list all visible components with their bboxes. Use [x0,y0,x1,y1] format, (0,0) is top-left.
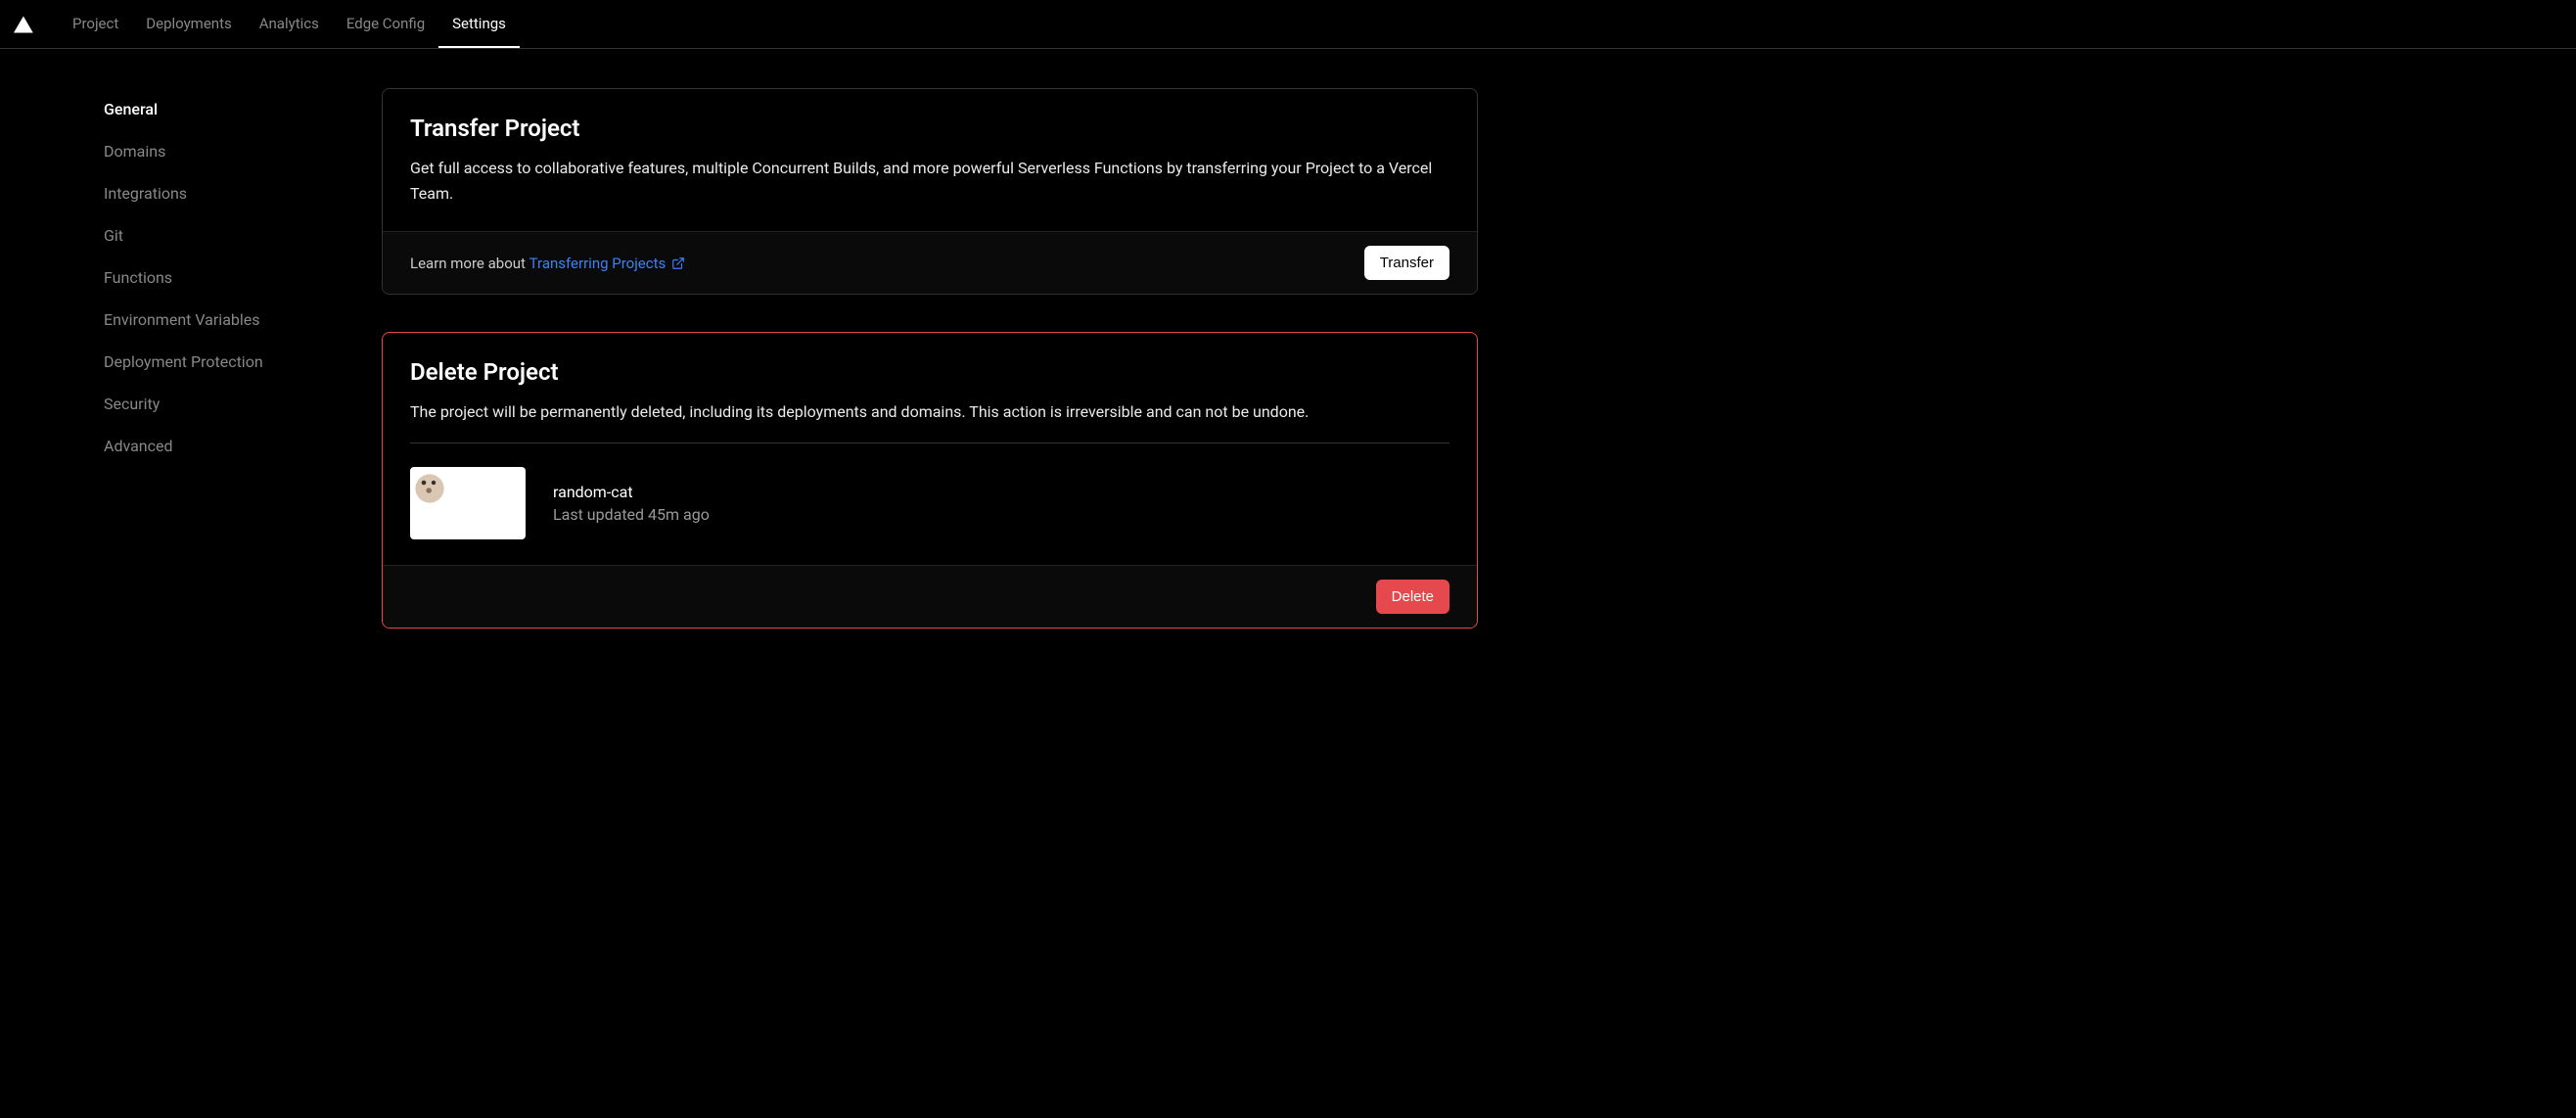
cat-image-icon [410,467,449,506]
nav-tab-project[interactable]: Project [59,0,132,48]
sidebar-item-security[interactable]: Security [104,383,343,425]
triangle-icon [14,16,33,33]
sidebar-item-deployment-protection[interactable]: Deployment Protection [104,341,343,383]
settings-sidebar: General Domains Integrations Git Functio… [49,88,343,629]
delete-button[interactable]: Delete [1376,580,1449,614]
transferring-projects-link[interactable]: Transferring Projects [529,255,686,272]
nav-tab-settings[interactable]: Settings [438,0,520,48]
nav-tab-deployments[interactable]: Deployments [132,0,245,48]
project-summary: random-cat Last updated 45m ago [410,467,1449,539]
nav-tab-edge-config[interactable]: Edge Config [333,0,438,48]
sidebar-item-domains[interactable]: Domains [104,130,343,172]
top-navigation: Project Deployments Analytics Edge Confi… [0,0,2576,49]
delete-project-card: Delete Project The project will be perma… [382,332,1478,629]
delete-card-description: The project will be permanently deleted,… [410,399,1449,425]
transfer-card-title: Transfer Project [410,115,1449,142]
transfer-footer-text: Learn more about Transferring Projects [410,255,685,272]
external-link-icon [671,256,685,270]
delete-card-title: Delete Project [410,358,1449,386]
transfer-project-card: Transfer Project Get full access to coll… [382,88,1478,295]
project-info: random-cat Last updated 45m ago [553,483,710,524]
vercel-logo[interactable] [12,13,35,36]
transfer-button[interactable]: Transfer [1364,246,1449,280]
content: General Domains Integrations Git Functio… [0,49,1527,668]
link-text: Transferring Projects [529,255,667,272]
transfer-card-footer: Learn more about Transferring Projects T… [383,231,1477,294]
sidebar-item-environment-variables[interactable]: Environment Variables [104,299,343,341]
nav-tab-analytics[interactable]: Analytics [246,0,333,48]
project-thumbnail [410,467,526,539]
sidebar-item-git[interactable]: Git [104,214,343,256]
sidebar-item-functions[interactable]: Functions [104,256,343,299]
learn-more-prefix: Learn more about [410,255,529,272]
main-content: Transfer Project Get full access to coll… [382,88,1478,629]
delete-card-body: Delete Project The project will be perma… [383,333,1477,565]
sidebar-item-integrations[interactable]: Integrations [104,172,343,214]
sidebar-item-advanced[interactable]: Advanced [104,425,343,467]
nav-tabs: Project Deployments Analytics Edge Confi… [59,0,520,48]
sidebar-item-general[interactable]: General [104,88,343,130]
delete-card-footer: Delete [383,565,1477,628]
project-last-updated: Last updated 45m ago [553,505,710,524]
transfer-card-body: Transfer Project Get full access to coll… [383,89,1477,231]
project-name: random-cat [553,483,710,501]
transfer-card-description: Get full access to collaborative feature… [410,156,1449,206]
